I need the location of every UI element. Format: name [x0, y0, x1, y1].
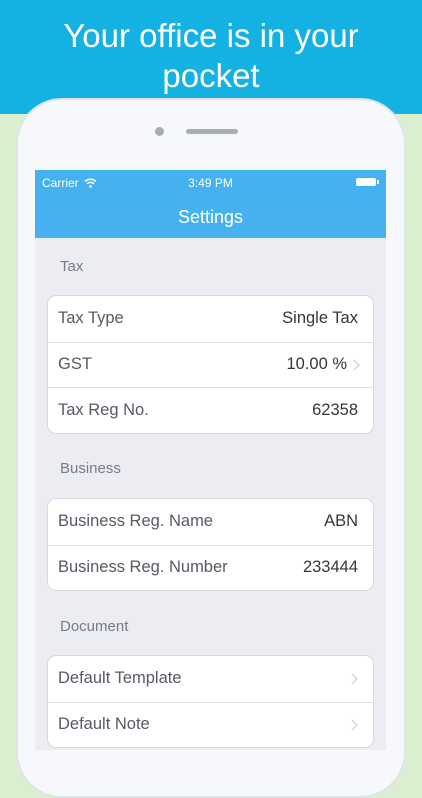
row-label: Default Note	[58, 715, 150, 734]
phone-speaker	[186, 129, 238, 134]
document-settings-group: Default Template Default Note	[47, 655, 374, 748]
row-label: Tax Type	[58, 309, 124, 328]
status-bar: Carrier 3:49 PM	[35, 170, 386, 194]
row-value: 62358	[312, 400, 358, 419]
section-header-business: Business	[60, 460, 121, 477]
row-label: Business Reg. Name	[58, 512, 213, 531]
page-title: Settings	[177, 207, 244, 227]
row-label: Tax Reg No.	[58, 400, 149, 419]
navigation-bar: Carrier 3:49 PM Settings	[35, 170, 386, 238]
row-value: ABN	[324, 512, 358, 531]
business-settings-group: Business Reg. Name ABN Business Reg. Num…	[47, 498, 374, 591]
row-default-note[interactable]: Default Note	[48, 701, 373, 748]
row-label: Default Template	[58, 669, 182, 688]
status-time: 3:49 PM	[188, 176, 233, 190]
row-tax-reg-no[interactable]: Tax Reg No. 62358	[48, 387, 373, 433]
chevron-right-icon	[348, 359, 360, 371]
section-header-tax: Tax	[60, 258, 84, 275]
row-label: Business Reg. Number	[58, 558, 228, 577]
row-value: 10.00 %	[286, 355, 360, 374]
row-value: 233444	[302, 558, 358, 577]
row-business-reg-name[interactable]: Business Reg. Name ABN	[48, 499, 373, 545]
battery-icon	[356, 178, 379, 186]
banner-headline: Your office is in your pocket	[63, 17, 359, 94]
tax-settings-group: Tax Type Single Tax GST 10.00 % Tax Reg …	[47, 295, 374, 434]
row-tax-type[interactable]: Tax Type Single Tax	[48, 296, 373, 342]
row-gst[interactable]: GST 10.00 %	[48, 341, 373, 388]
chevron-right-icon	[346, 673, 358, 685]
phone-camera	[155, 127, 164, 136]
app-screen: Carrier 3:49 PM Settings Tax Tax Type Si…	[35, 170, 386, 750]
promo-banner: Your office is in your pocket	[0, 0, 422, 114]
row-default-template[interactable]: Default Template	[48, 656, 373, 702]
section-header-document: Document	[60, 618, 129, 635]
chevron-right-icon	[346, 719, 358, 731]
row-business-reg-number[interactable]: Business Reg. Number 233444	[48, 544, 373, 591]
row-label: GST	[58, 355, 92, 374]
row-value: Single Tax	[282, 309, 358, 328]
